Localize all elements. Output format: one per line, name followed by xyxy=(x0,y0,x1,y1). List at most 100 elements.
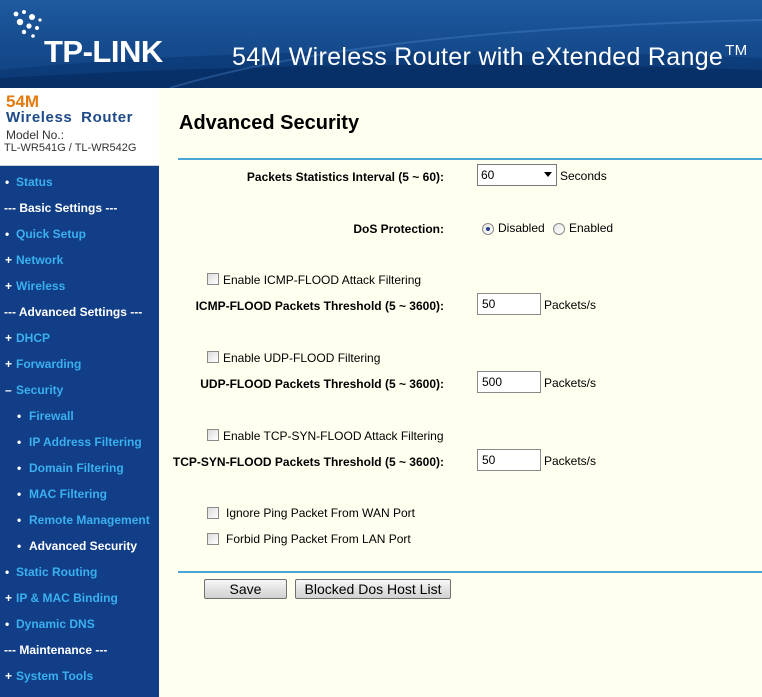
product-title-text: 54M Wireless Router with eXtended Range xyxy=(232,43,724,71)
bullet-icon: • xyxy=(17,435,22,449)
sidebar-item-label: Firewall xyxy=(29,409,74,423)
sidebar-item-label: Security xyxy=(16,383,64,397)
bullet-icon: • xyxy=(5,565,10,579)
sidebar-item-label: Forwarding xyxy=(16,357,82,371)
collapse-minus-icon: – xyxy=(5,383,12,397)
udp-threshold-input[interactable]: 500 xyxy=(477,371,541,393)
sidebar-item-label: Domain Filtering xyxy=(29,461,124,475)
dos-protection-label: DoS Protection: xyxy=(353,222,444,236)
sidebar-item-forwarding[interactable]: + Forwarding xyxy=(0,354,159,374)
dos-enabled-label: Enabled xyxy=(569,221,614,235)
model-info: 54M Wireless Router Model No.: TL-WR541G… xyxy=(0,88,159,166)
bullet-icon: • xyxy=(17,409,22,423)
tcp-syn-flood-enable-label: Enable TCP-SYN-FLOOD Attack Filtering xyxy=(223,429,444,443)
sidebar-item-label: --- Maintenance --- xyxy=(4,643,108,657)
bullet-icon: • xyxy=(17,513,22,527)
sidebar-item-quick-setup[interactable]: • Quick Setup xyxy=(0,224,159,244)
bottom-divider xyxy=(178,571,762,573)
udp-flood-checkbox[interactable] xyxy=(207,351,219,363)
sidebar-item-domain-filtering[interactable]: • Domain Filtering xyxy=(0,458,159,478)
page-title: Advanced Security xyxy=(179,112,360,134)
bullet-icon: • xyxy=(17,461,22,475)
bullet-icon: • xyxy=(5,175,10,189)
ignore-ping-wan-checkbox[interactable] xyxy=(207,507,219,519)
sidebar-item-label: IP & MAC Binding xyxy=(16,591,118,605)
product-title: 54M Wireless Router with eXtended Range T… xyxy=(232,42,747,72)
sidebar-item-label: DHCP xyxy=(16,331,51,345)
sidebar-item-firewall[interactable]: • Firewall xyxy=(0,406,159,426)
model-speed: 54M xyxy=(6,92,40,111)
sidebar-item-label: MAC Filtering xyxy=(29,487,107,501)
sidebar-item-label: Dynamic DNS xyxy=(16,617,95,631)
forbid-ping-lan-label: Forbid Ping Packet From LAN Port xyxy=(226,532,411,546)
sidebar-item-label: System Tools xyxy=(16,669,94,683)
sidebar-item-label: IP Address Filtering xyxy=(29,435,142,449)
expand-plus-icon: + xyxy=(5,279,13,293)
bullet-icon: • xyxy=(5,617,10,631)
sidebar-item-label: Network xyxy=(16,253,64,267)
sidebar-item-security[interactable]: – Security xyxy=(0,380,159,400)
icmp-flood-checkbox[interactable] xyxy=(207,273,219,285)
icmp-flood-enable-label: Enable ICMP-FLOOD Attack Filtering xyxy=(223,273,422,287)
model-type: Wireless Router xyxy=(6,109,134,126)
bullet-icon: • xyxy=(17,539,22,553)
packets-interval-select[interactable]: 60 xyxy=(477,164,557,186)
sidebar-item-remote-management[interactable]: • Remote Management xyxy=(0,510,159,530)
sidebar-item-label: Remote Management xyxy=(29,513,150,527)
sidebar-item-label: Advanced Security xyxy=(29,539,138,553)
udp-threshold-unit: Packets/s xyxy=(544,376,597,390)
brand-logo: TP-LINK xyxy=(44,34,163,69)
sidebar-item-label: --- Basic Settings --- xyxy=(4,201,118,215)
tcp-threshold-unit: Packets/s xyxy=(544,454,597,468)
packets-interval-unit: Seconds xyxy=(560,169,607,183)
sidebar-item-status[interactable]: • Status xyxy=(0,172,159,192)
icmp-threshold-label: ICMP-FLOOD Packets Threshold (5 ~ 3600): xyxy=(195,299,444,313)
trademark-mark: TM xyxy=(725,42,748,59)
icmp-threshold-unit: Packets/s xyxy=(544,298,597,312)
packets-interval-label: Packets Statistics Interval (5 ~ 60): xyxy=(246,170,444,184)
sidebar-section-maintenance: --- Maintenance --- xyxy=(0,640,159,660)
sidebar-item-network[interactable]: + Network xyxy=(0,250,159,270)
sidebar-item-label: --- Advanced Settings --- xyxy=(4,305,143,319)
bullet-icon: • xyxy=(17,487,22,501)
expand-plus-icon: + xyxy=(5,253,13,267)
sidebar-item-ip-address-filtering[interactable]: • IP Address Filtering xyxy=(0,432,159,452)
sidebar-section-advanced-settings: --- Advanced Settings --- xyxy=(0,302,159,322)
header-banner: TP-LINK 54M Wireless Router with eXtende… xyxy=(0,0,762,88)
save-button[interactable]: Save xyxy=(204,579,287,599)
tcp-syn-flood-checkbox[interactable] xyxy=(207,429,219,441)
model-number-value: TL-WR541G / TL-WR542G xyxy=(4,142,137,154)
sidebar-nav: • Status --- Basic Settings --- • Quick Setu… xyxy=(0,166,159,697)
blocked-dos-host-list-button[interactable]: Blocked Dos Host List xyxy=(295,579,451,599)
sidebar-item-static-routing[interactable]: • Static Routing xyxy=(0,562,159,582)
icmp-threshold-input[interactable]: 50 xyxy=(477,293,541,315)
sidebar-item-wireless[interactable]: + Wireless xyxy=(0,276,159,296)
main-content: Advanced Security Packets Statistics Int… xyxy=(159,88,762,697)
sidebar-item-system-tools[interactable]: + System Tools xyxy=(0,666,159,686)
udp-threshold-label: UDP-FLOOD Packets Threshold (5 ~ 3600): xyxy=(200,377,444,391)
sidebar-item-ip-mac-binding[interactable]: + IP & MAC Binding xyxy=(0,588,159,608)
tcp-threshold-label: TCP-SYN-FLOOD Packets Threshold (5 ~ 360… xyxy=(172,455,444,469)
dos-disabled-radio[interactable] xyxy=(482,223,494,235)
sidebar-item-advanced-security[interactable]: • Advanced Security xyxy=(0,536,159,556)
sidebar-item-label: Status xyxy=(16,175,53,189)
sidebar-item-label: Quick Setup xyxy=(16,227,87,241)
dos-enabled-radio[interactable] xyxy=(553,223,565,235)
chevron-down-icon xyxy=(544,172,552,177)
sidebar-item-dynamic-dns[interactable]: • Dynamic DNS xyxy=(0,614,159,634)
sidebar-item-dhcp[interactable]: + DHCP xyxy=(0,328,159,348)
tcp-threshold-input[interactable]: 50 xyxy=(477,449,541,471)
sidebar-item-label: Static Routing xyxy=(16,565,98,579)
model-number-label: Model No.: xyxy=(6,128,65,142)
dos-disabled-label: Disabled xyxy=(498,221,545,235)
sidebar-item-label: Wireless xyxy=(16,279,66,293)
bullet-icon: • xyxy=(5,227,10,241)
top-divider xyxy=(178,158,762,160)
ignore-ping-wan-label: Ignore Ping Packet From WAN Port xyxy=(226,506,415,520)
sidebar-item-mac-filtering[interactable]: • MAC Filtering xyxy=(0,484,159,504)
packets-interval-value: 60 xyxy=(481,168,495,182)
forbid-ping-lan-checkbox[interactable] xyxy=(207,533,219,545)
expand-plus-icon: + xyxy=(5,591,13,605)
expand-plus-icon: + xyxy=(5,669,13,683)
expand-plus-icon: + xyxy=(5,331,13,345)
